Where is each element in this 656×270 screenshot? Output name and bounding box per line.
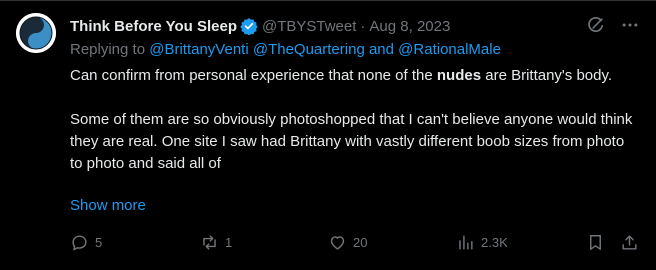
reply-icon <box>72 234 87 250</box>
avatar-yin-yang-icon <box>16 13 56 53</box>
tweet-actions: 5 1 20 2.3K <box>70 231 642 255</box>
reply-button[interactable]: 5 <box>70 231 102 253</box>
more-icon[interactable] <box>620 15 640 35</box>
tweet-top-actions <box>586 15 640 35</box>
views-icon <box>459 234 473 250</box>
display-name[interactable]: Think Before You Sleep <box>70 18 237 35</box>
paragraph1-before: Can confirm from personal experience tha… <box>70 67 437 84</box>
mention-and[interactable]: and <box>369 41 394 58</box>
like-icon <box>330 235 345 250</box>
views-count: 2.3K <box>481 234 508 250</box>
mention-thequartering[interactable]: @TheQuartering <box>253 41 365 58</box>
tweet-date[interactable]: Aug 8, 2023 <box>369 18 450 35</box>
user-handle[interactable]: @TBYSTweet <box>262 18 356 35</box>
repost-button[interactable]: 1 <box>200 231 232 253</box>
tweet-paragraph-1: Can confirm from personal experience tha… <box>70 65 640 87</box>
repost-icon <box>203 234 216 250</box>
tweet[interactable]: Think Before You Sleep @TBYSTweet · Aug … <box>0 0 656 270</box>
mention-rationalmale[interactable]: @RationalMale <box>398 41 501 58</box>
avatar[interactable] <box>16 13 56 53</box>
replying-to-line: Replying to @BrittanyVenti @TheQuarterin… <box>70 41 501 58</box>
repost-count: 1 <box>225 234 233 250</box>
tweet-text: Can confirm from personal experience tha… <box>70 65 640 175</box>
bookmark-button[interactable] <box>586 231 605 253</box>
grok-icon[interactable] <box>586 15 606 35</box>
tweet-paragraph-2: Some of them are so obviously photoshopp… <box>70 111 633 172</box>
share-icon <box>622 234 637 250</box>
like-count: 20 <box>353 234 368 250</box>
views-button[interactable]: 2.3K <box>456 231 508 253</box>
reply-count: 5 <box>95 234 103 250</box>
replying-to-label: Replying to <box>70 41 146 58</box>
paragraph1-after: are Brittany's body. <box>481 67 613 84</box>
show-more-link[interactable]: Show more <box>70 197 146 214</box>
like-button[interactable]: 20 <box>328 231 367 253</box>
share-button[interactable] <box>620 231 639 253</box>
paragraph1-bold: nudes <box>436 67 482 84</box>
bookmark-icon <box>590 234 601 250</box>
verified-badge-icon[interactable] <box>240 17 258 36</box>
separator-dot: · <box>360 17 366 35</box>
mention-brittanyventi[interactable]: @BrittanyVenti <box>149 41 248 58</box>
tweet-header: Think Before You Sleep @TBYSTweet · Aug … <box>70 15 450 37</box>
